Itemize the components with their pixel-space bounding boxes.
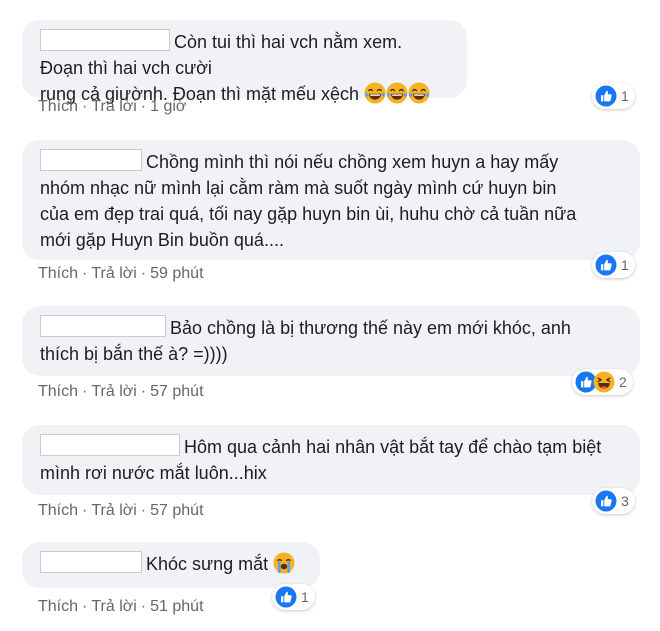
timestamp-link[interactable]: 59 phút bbox=[150, 265, 203, 282]
comment-actions: Thích · Trả lời · 57 phút bbox=[38, 383, 204, 401]
comment-actions: Thích · Trả lời · 1 giờ bbox=[38, 98, 186, 116]
comment-item: Chồng mình thì nói nếu chồng xem huyn a … bbox=[22, 140, 640, 282]
reaction-count: 1 bbox=[301, 589, 309, 605]
author-name-redacted[interactable] bbox=[40, 29, 170, 51]
like-link[interactable]: Thích bbox=[38, 98, 78, 115]
comment-text: Bảo chồng là bị thương thế này em mới kh… bbox=[40, 315, 622, 367]
comment-item: Còn tui thì hai vch nằm xem. Đoạn thì ha… bbox=[22, 20, 635, 115]
separator-dot: · bbox=[82, 598, 88, 615]
reply-link[interactable]: Trả lời bbox=[91, 98, 136, 115]
reply-link[interactable]: Trả lời bbox=[91, 502, 136, 519]
reaction-count: 2 bbox=[619, 374, 627, 390]
reaction-count: 1 bbox=[621, 257, 629, 273]
separator-dot: · bbox=[140, 502, 147, 519]
timestamp-link[interactable]: 57 phút bbox=[150, 383, 203, 400]
separator-dot: · bbox=[140, 265, 147, 282]
like-icon bbox=[595, 254, 617, 276]
comment-item: Khóc sưng mắt 1 Thích · Trả lời · 51 phút bbox=[22, 542, 320, 615]
laughing-tears-icon bbox=[386, 82, 408, 104]
haha-icon bbox=[593, 371, 615, 393]
comment-item: Hôm qua cảnh hai nhân vật bắt tay để chà… bbox=[22, 425, 640, 519]
laughing-tears-icon bbox=[364, 82, 386, 104]
comment-bubble: Còn tui thì hai vch nằm xem. Đoạn thì ha… bbox=[22, 20, 467, 104]
comment-item: Bảo chồng là bị thương thế này em mới kh… bbox=[22, 306, 640, 400]
reaction-summary[interactable]: 2 bbox=[572, 369, 633, 395]
author-name-redacted[interactable] bbox=[40, 315, 166, 337]
like-link[interactable]: Thích bbox=[38, 265, 78, 282]
reaction-count: 3 bbox=[621, 493, 629, 509]
comment-text: Hôm qua cảnh hai nhân vật bắt tay để chà… bbox=[40, 434, 622, 486]
reply-link[interactable]: Trả lời bbox=[91, 383, 136, 400]
reaction-summary[interactable]: 1 bbox=[592, 252, 635, 278]
author-name-redacted[interactable] bbox=[40, 149, 142, 171]
comment-bubble: Bảo chồng là bị thương thế này em mới kh… bbox=[22, 306, 640, 376]
comment-text: Khóc sưng mắt bbox=[40, 551, 302, 577]
timestamp-link[interactable]: 1 giờ bbox=[150, 98, 186, 115]
separator-dot: · bbox=[140, 598, 147, 615]
like-icon bbox=[595, 85, 617, 107]
like-link[interactable]: Thích bbox=[38, 598, 78, 615]
comment-text: Chồng mình thì nói nếu chồng xem huyn a … bbox=[40, 149, 622, 253]
like-link[interactable]: Thích bbox=[38, 383, 78, 400]
timestamp-link[interactable]: 57 phút bbox=[150, 502, 203, 519]
comment-text: Còn tui thì hai vch nằm xem. Đoạn thì ha… bbox=[40, 29, 449, 107]
like-link[interactable]: Thích bbox=[38, 502, 78, 519]
author-name-redacted[interactable] bbox=[40, 434, 180, 456]
comment-actions: Thích · Trả lời · 57 phút bbox=[38, 502, 204, 520]
separator-dot: · bbox=[140, 383, 147, 400]
comment-bubble: Chồng mình thì nói nếu chồng xem huyn a … bbox=[22, 140, 640, 260]
reaction-summary[interactable]: 1 bbox=[272, 584, 315, 610]
separator-dot: · bbox=[82, 383, 88, 400]
reaction-count: 1 bbox=[621, 88, 629, 104]
like-icon bbox=[275, 586, 297, 608]
comment-bubble: Hôm qua cảnh hai nhân vật bắt tay để chà… bbox=[22, 425, 640, 495]
comment-bubble: Khóc sưng mắt bbox=[22, 542, 320, 588]
loudly-crying-icon bbox=[273, 552, 295, 574]
timestamp-link[interactable]: 51 phút bbox=[150, 598, 203, 615]
comment-actions: Thích · Trả lời · 59 phút bbox=[38, 265, 204, 283]
laughing-tears-icon bbox=[408, 82, 430, 104]
separator-dot: · bbox=[140, 98, 147, 115]
separator-dot: · bbox=[82, 265, 88, 282]
separator-dot: · bbox=[82, 502, 88, 519]
reply-link[interactable]: Trả lời bbox=[91, 265, 136, 282]
reaction-summary[interactable]: 1 bbox=[592, 83, 635, 109]
like-icon bbox=[595, 490, 617, 512]
reaction-summary[interactable]: 3 bbox=[592, 488, 635, 514]
separator-dot: · bbox=[82, 98, 88, 115]
reply-link[interactable]: Trả lời bbox=[91, 598, 136, 615]
author-name-redacted[interactable] bbox=[40, 551, 142, 573]
comment-actions: Thích · Trả lời · 51 phút bbox=[38, 598, 204, 616]
